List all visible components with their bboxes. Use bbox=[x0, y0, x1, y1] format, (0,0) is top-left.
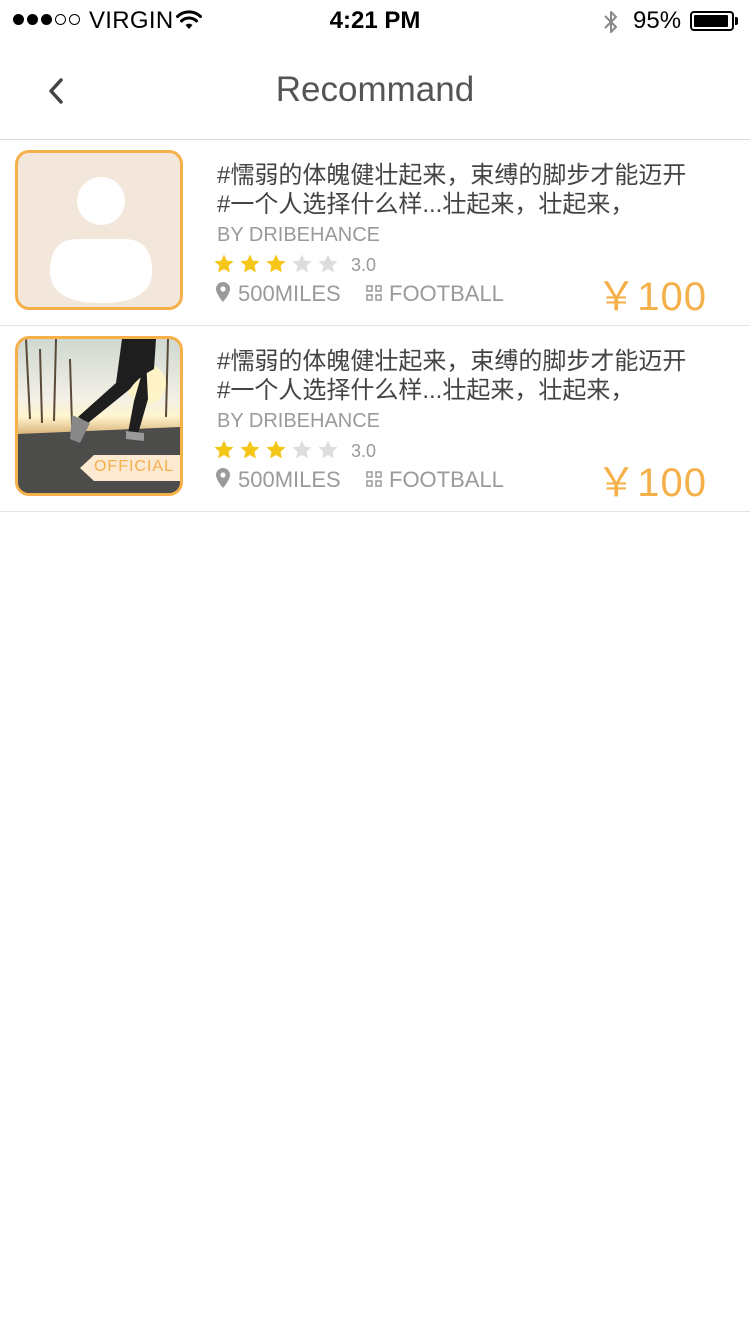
rating-value: 3.0 bbox=[351, 441, 377, 461]
page-title: Recommand bbox=[275, 70, 475, 109]
item-price: ￥100 bbox=[596, 461, 707, 505]
star-filled-icon bbox=[214, 440, 234, 459]
item-title-line: #一个人选择什么样...壮起来，壮起来， bbox=[217, 377, 635, 404]
star-empty-icon bbox=[292, 440, 312, 459]
star-filled-icon bbox=[214, 254, 234, 273]
star-filled-icon bbox=[240, 254, 260, 273]
star-rating bbox=[213, 439, 339, 461]
item-title: #懦弱的体魄健壮起来，束缚的脚步才能迈开 #一个人选择什么样...壮起来，壮起来… bbox=[217, 161, 717, 219]
status-bar: VIRGIN 4:21 PM 95% bbox=[0, 0, 750, 42]
battery-icon bbox=[690, 11, 734, 31]
list-item[interactable]: OFFICIAL #懦弱的体魄健壮起来，束缚的脚步才能迈开 #一个人选择什么样.… bbox=[0, 326, 750, 512]
location-pin-icon bbox=[216, 468, 230, 493]
item-category: FOOTBALL bbox=[389, 467, 504, 492]
item-title: #懦弱的体魄健壮起来，束缚的脚步才能迈开 #一个人选择什么样...壮起来，壮起来… bbox=[217, 347, 717, 405]
battery-tip bbox=[735, 17, 738, 25]
bluetooth-icon bbox=[602, 8, 620, 41]
runner-photo: OFFICIAL bbox=[15, 336, 183, 496]
item-category: FOOTBALL bbox=[389, 281, 504, 306]
item-distance: 500MILES bbox=[238, 281, 341, 306]
item-title-line: #懦弱的体魄健壮起来，束缚的脚步才能迈开 bbox=[217, 162, 687, 189]
star-empty-icon bbox=[318, 440, 338, 459]
category-grid-icon bbox=[366, 285, 382, 306]
item-title-line: #一个人选择什么样...壮起来，壮起来， bbox=[217, 191, 635, 218]
rating-value: 3.0 bbox=[351, 255, 377, 275]
star-empty-icon bbox=[292, 254, 312, 273]
star-empty-icon bbox=[318, 254, 338, 273]
star-filled-icon bbox=[266, 440, 286, 459]
star-filled-icon bbox=[266, 254, 286, 273]
recommend-list: #懦弱的体魄健壮起来，束缚的脚步才能迈开 #一个人选择什么样...壮起来，壮起来… bbox=[0, 140, 750, 512]
battery-percent: 95% bbox=[633, 7, 682, 34]
star-filled-icon bbox=[240, 440, 260, 459]
star-rating bbox=[213, 253, 339, 275]
item-price: ￥100 bbox=[596, 275, 707, 319]
item-author: BY DRIBEHANCE bbox=[217, 224, 381, 246]
location-pin-icon bbox=[216, 282, 230, 307]
item-distance: 500MILES bbox=[238, 467, 341, 492]
official-badge: OFFICIAL bbox=[93, 458, 174, 475]
navigation-bar: Recommand bbox=[0, 42, 750, 140]
avatar-placeholder-icon bbox=[15, 150, 183, 310]
category-grid-icon bbox=[366, 471, 382, 492]
item-title-line: #懦弱的体魄健壮起来，束缚的脚步才能迈开 bbox=[217, 348, 687, 375]
item-author: BY DRIBEHANCE bbox=[217, 410, 381, 432]
list-item[interactable]: #懦弱的体魄健壮起来，束缚的脚步才能迈开 #一个人选择什么样...壮起来，壮起来… bbox=[0, 140, 750, 326]
